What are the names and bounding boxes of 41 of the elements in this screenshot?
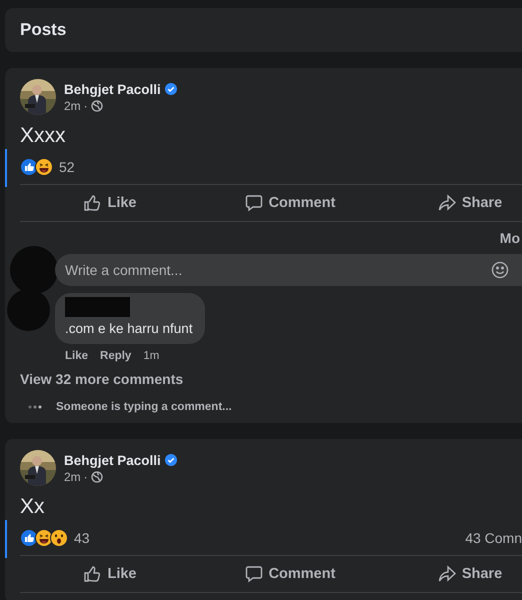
share-arrow-icon	[438, 194, 456, 212]
comment-button[interactable]: Comment	[200, 185, 380, 221]
share-button[interactable]: Share	[380, 185, 522, 221]
author-name[interactable]: Behgjet Pacolli	[64, 82, 161, 96]
separator-dot: ·	[84, 470, 88, 484]
speech-bubble-icon	[244, 194, 263, 212]
view-more-comments-link[interactable]: View 32 more comments	[20, 371, 184, 387]
speech-bubble-icon	[244, 565, 263, 583]
typing-indicator: Someone is typing a comment...	[56, 401, 232, 413]
like-button[interactable]: Like	[20, 556, 200, 592]
sort-label[interactable]: Mo	[500, 230, 520, 246]
comment-action-link[interactable]: Reply	[100, 350, 132, 362]
laughing-face-icon	[35, 158, 53, 176]
comment-time[interactable]: 1m	[143, 350, 160, 362]
redaction-mark	[65, 297, 130, 317]
reaction-count[interactable]: 43	[74, 530, 90, 546]
author-name[interactable]: Behgjet Pacolli	[64, 452, 161, 468]
post-text: Xxxx	[20, 124, 67, 148]
globe-icon	[90, 100, 103, 112]
thumbs-up-icon	[83, 194, 102, 212]
smiley-icon[interactable]	[491, 261, 509, 279]
like-button[interactable]: Like	[20, 185, 200, 221]
separator-dot: ·	[84, 98, 88, 112]
redacted-avatar	[10, 246, 58, 294]
reaction-count[interactable]: 52	[59, 159, 75, 175]
surprised-face-icon	[50, 529, 68, 547]
section-title: Posts	[20, 20, 66, 40]
share-button[interactable]: Share	[380, 556, 522, 592]
comment-field[interactable]: Write a comment...	[55, 254, 522, 286]
comment-action-link[interactable]: Like	[65, 350, 88, 362]
share-arrow-icon	[438, 565, 456, 583]
post-time[interactable]: 2m	[64, 98, 81, 112]
post-time[interactable]: 2m	[64, 470, 81, 484]
typing-dots-icon	[28, 405, 42, 409]
post-text: Xx	[20, 495, 46, 519]
thumbs-up-icon	[83, 565, 102, 583]
redacted-avatar	[7, 289, 50, 331]
comment-text: .com e ke harru nfunt	[65, 321, 193, 336]
comment-count[interactable]: 43 Comn	[465, 530, 522, 546]
globe-icon	[90, 470, 103, 482]
comment-button[interactable]: Comment	[200, 556, 380, 592]
